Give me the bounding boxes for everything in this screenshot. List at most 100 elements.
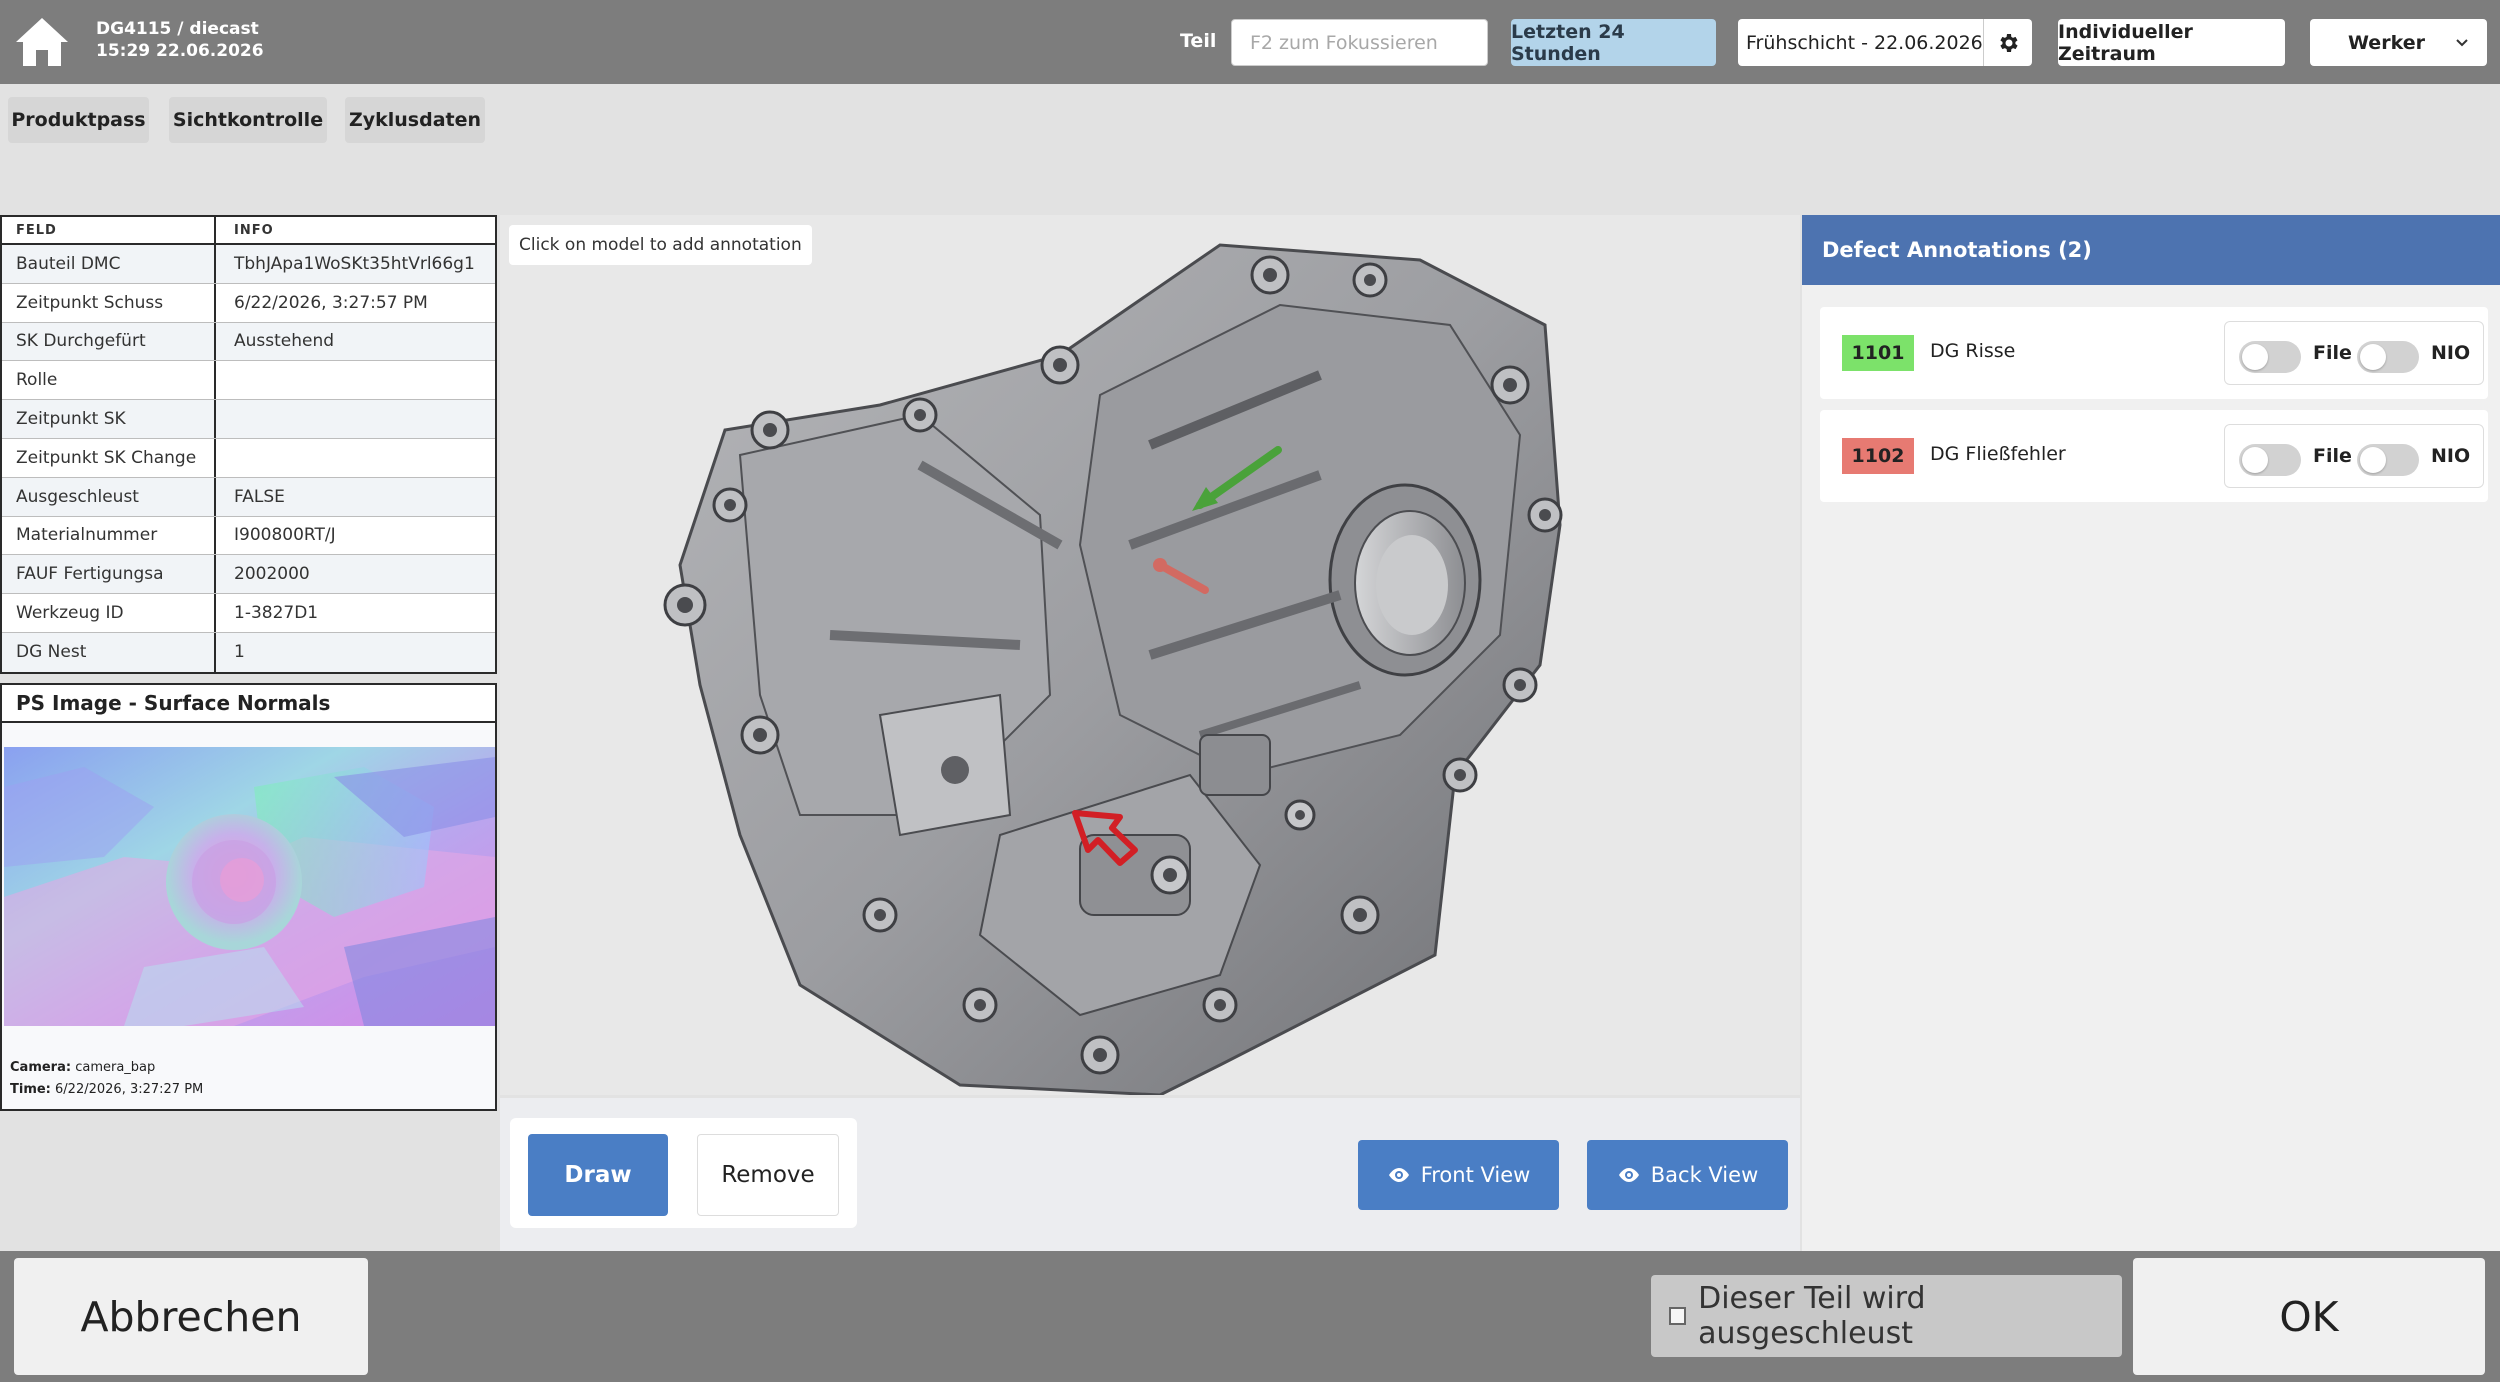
tool-group: Draw Remove (510, 1118, 857, 1228)
defect-item[interactable]: 1101 DG Risse File NIO (1820, 307, 2488, 399)
nio-toggle[interactable] (2357, 341, 2419, 373)
tab-sichtkontrolle[interactable]: Sichtkontrolle (169, 97, 327, 143)
table-cell-field: Zeitpunkt SK Change (2, 438, 216, 477)
camera-label: Camera: (10, 1060, 72, 1075)
table-cell-field: DG Nest (2, 632, 216, 672)
ps-image-meta: Camera: camera_bap Time: 6/22/2026, 3:27… (10, 1057, 203, 1101)
table-row: Zeitpunkt SK Change (2, 438, 495, 478)
checkbox-icon[interactable] (1669, 1307, 1687, 1325)
custom-range-button[interactable]: Individueller Zeitraum (2058, 19, 2285, 66)
tab-zyklusdaten[interactable]: Zyklusdaten (345, 97, 485, 143)
table-cell-field: Rolle (2, 361, 216, 400)
app-title-line2: 15:29 22.06.2026 (96, 41, 264, 61)
table-header-feld: FELD (2, 217, 216, 243)
settings-button[interactable] (1982, 19, 2032, 66)
table-row: DG Nest 1 (2, 632, 495, 672)
search-input[interactable] (1231, 19, 1488, 66)
front-view-label: Front View (1420, 1163, 1531, 1187)
defect-name: DG Risse (1930, 340, 2016, 362)
table-cell-value: FALSE (234, 486, 285, 507)
nio-toggle-label: NIO (2431, 342, 2471, 364)
table-cell-field: Zeitpunkt SK (2, 400, 216, 438)
camera-value: camera_bap (75, 1060, 156, 1075)
table-row: Materialnummer I900800RT/J (2, 516, 495, 556)
file-toggle[interactable] (2239, 444, 2301, 476)
draw-button[interactable]: Draw (528, 1134, 668, 1216)
annotation-hint: Click on model to add annotation (509, 225, 812, 265)
table-cell-value: TbhJApa1WoSKt35htVrl66g1 (234, 253, 475, 274)
defect-code-badge: 1101 (1842, 335, 1914, 371)
surface-normals-graphic (4, 747, 495, 1026)
nio-toggle[interactable] (2357, 444, 2419, 476)
file-toggle[interactable] (2239, 341, 2301, 373)
role-select-label: Werker (2348, 31, 2425, 54)
app-title: DG4115 / diecast 15:29 22.06.2026 (96, 18, 264, 62)
table-row: Zeitpunkt Schuss 6/22/2026, 3:27:57 PM (2, 283, 495, 323)
remove-button[interactable]: Remove (697, 1134, 839, 1216)
table-cell-value: Ausstehend (234, 331, 335, 352)
surface-normals-image[interactable] (4, 747, 495, 1026)
ok-button[interactable]: OK (2133, 1258, 2485, 1375)
diecast-part-model[interactable] (500, 215, 1800, 1095)
ps-image-panel: PS Image - Surface Normals Camera: camer… (0, 683, 497, 1111)
table-cell-field: Zeitpunkt Schuss (2, 283, 216, 322)
table-row: Rolle (2, 361, 495, 401)
exclude-label: Dieser Teil wird ausgeschleust (1698, 1281, 1926, 1351)
table-row: FAUF Fertigungsa 2002000 (2, 555, 495, 595)
table-cell-value: I900800RT/J (234, 525, 336, 546)
tab-produktpass[interactable]: Produktpass (8, 97, 149, 143)
app-title-line1: DG4115 / diecast (96, 19, 259, 39)
table-cell-field: Ausgeschleust (2, 477, 216, 516)
time-label: Time: (10, 1082, 51, 1097)
teil-label: Teil (1180, 30, 1217, 52)
table-row: SK Durchgefürt Ausstehend (2, 322, 495, 362)
home-button[interactable] (12, 14, 72, 70)
footer-bar: Abbrechen Dieser Teil wird ausgeschleust… (0, 1251, 2500, 1382)
file-toggle-label: File (2313, 342, 2352, 364)
table-cell-field: Bauteil DMC (2, 245, 216, 283)
viewer-controls: Draw Remove Front View Back View (500, 1098, 1800, 1251)
model-viewer[interactable]: Click on model to add annotation (500, 215, 1800, 1095)
defect-code-badge: 1102 (1842, 438, 1914, 474)
ps-image-title: PS Image - Surface Normals (2, 685, 495, 723)
exclude-checkbox-field[interactable]: Dieser Teil wird ausgeschleust (1651, 1275, 2122, 1357)
file-toggle-label: File (2313, 445, 2352, 467)
cancel-button[interactable]: Abbrechen (14, 1258, 368, 1375)
gear-icon (2000, 33, 2018, 52)
shift-selector[interactable]: Frühschicht - 22.06.2026 (1738, 19, 2032, 66)
nio-toggle-label: NIO (2431, 445, 2471, 467)
defect-toggle-group: File NIO (2224, 424, 2484, 488)
time-value: 6/22/2026, 3:27:27 PM (55, 1082, 204, 1097)
period-button[interactable]: Letzten 24 Stunden (1511, 19, 1716, 66)
table-cell-field: SK Durchgefürt (2, 322, 216, 361)
table-cell-field: FAUF Fertigungsa (2, 555, 216, 594)
table-cell-value: 2002000 (234, 564, 310, 585)
info-table: FELD INFO Bauteil DMC TbhJApa1WoSKt35htVr… (0, 215, 497, 674)
table-cell-field: Materialnummer (2, 516, 216, 555)
defect-name: DG Fließfehler (1930, 443, 2066, 465)
table-row: Zeitpunkt SK (2, 400, 495, 439)
table-cell-value (216, 361, 495, 399)
defect-item[interactable]: 1102 DG Fließfehler File NIO (1820, 410, 2488, 502)
defect-annotations-panel: Defect Annotations (2) 1101 DG Risse Fil… (1802, 215, 2500, 1251)
table-cell-value (216, 439, 495, 477)
front-view-button[interactable]: Front View (1358, 1140, 1559, 1210)
top-bar: DG4115 / diecast 15:29 22.06.2026 Teil L… (0, 0, 2500, 84)
chevron-down-icon (2456, 38, 2468, 46)
eye-icon (1618, 1168, 1639, 1182)
home-icon (16, 18, 68, 66)
table-header-row: FELD INFO (2, 217, 495, 245)
table-cell-value: 1-3827D1 (234, 603, 319, 624)
table-cell-field: Werkzeug ID (2, 594, 216, 632)
table-cell-value: 1 (234, 642, 245, 663)
table-row: Ausgeschleust FALSE (2, 477, 495, 517)
table-row: Bauteil DMC TbhJApa1WoSKt35htVrl66g1 (2, 245, 495, 284)
table-cell-value (216, 400, 495, 438)
defect-toggle-group: File NIO (2224, 321, 2484, 385)
role-select[interactable]: Werker (2310, 19, 2487, 66)
table-header-info: INFO (234, 222, 274, 238)
back-view-label: Back View (1650, 1163, 1759, 1187)
table-cell-value: 6/22/2026, 3:27:57 PM (234, 292, 428, 313)
eye-icon (1388, 1168, 1409, 1182)
back-view-button[interactable]: Back View (1587, 1140, 1788, 1210)
